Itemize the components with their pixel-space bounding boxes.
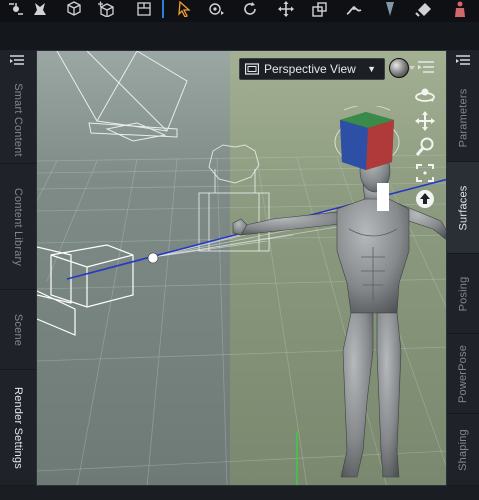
tab-shaping[interactable]: Shaping	[447, 414, 479, 486]
view-cube-icon[interactable]	[332, 106, 402, 176]
tab-label: PowerPose	[457, 344, 469, 403]
cube-icon[interactable]	[64, 0, 84, 18]
tab-scene[interactable]: Scene	[0, 290, 36, 370]
tab-label: Scene	[11, 313, 24, 346]
zoom-icon	[415, 137, 434, 156]
toolbar-separator	[162, 0, 164, 18]
add-cube-icon[interactable]	[96, 0, 116, 18]
tab-content-library[interactable]: Content Library	[0, 164, 36, 290]
tab-label: Render Settings	[12, 386, 25, 469]
pane-menu-icon[interactable]	[10, 54, 24, 66]
orbit-button[interactable]	[413, 84, 437, 106]
draw-style-sphere-icon[interactable]	[389, 58, 409, 78]
translate-icon[interactable]	[276, 0, 296, 18]
pan-icon	[415, 111, 435, 131]
tab-smart-content[interactable]: Smart Content	[0, 76, 36, 164]
tab-label: Surfaces	[457, 184, 470, 231]
camera-icon	[245, 63, 259, 75]
light-source-point[interactable]	[147, 252, 159, 264]
draw-style-caret-icon[interactable]	[409, 66, 415, 70]
daz-studio-window: Smart Content Content Library Scene Rend…	[0, 0, 479, 500]
tab-parameters[interactable]: Parameters	[447, 74, 479, 162]
joint-editor-icon[interactable]	[344, 0, 364, 18]
camera-view-dropdown[interactable]: Perspective View ▼	[239, 58, 385, 80]
status-bar	[0, 486, 479, 500]
geometry-icon[interactable]	[380, 0, 400, 18]
left-pane-tabs: Smart Content Content Library Scene Rend…	[0, 50, 36, 486]
chevron-down-icon: ▼	[367, 64, 376, 74]
reset-icon	[416, 190, 434, 208]
frame-button[interactable]	[413, 162, 437, 184]
universal-icon[interactable]	[206, 0, 226, 18]
pane-menu-icon[interactable]	[456, 54, 470, 66]
surface-icon[interactable]	[414, 0, 434, 18]
select-cube-icon[interactable]	[134, 0, 154, 18]
pan-button[interactable]	[413, 110, 437, 132]
node-icon[interactable]	[6, 0, 26, 18]
tab-powerpose[interactable]: PowerPose	[447, 334, 479, 414]
viewport-menu-icon[interactable]	[418, 60, 434, 74]
tab-label: Shaping	[457, 428, 469, 471]
tab-label: Content Library	[12, 187, 24, 266]
zoom-button[interactable]	[413, 136, 437, 158]
reset-view-button[interactable]	[413, 188, 437, 210]
camera-view-label: Perspective View	[264, 62, 356, 76]
tab-render-settings[interactable]: Render Settings	[0, 370, 36, 486]
pointer-icon[interactable]	[174, 0, 194, 18]
right-pane-tabs: Parameters Surfaces Posing PowerPose Sha…	[447, 50, 479, 486]
tab-label: Smart Content	[12, 82, 24, 157]
rotate-icon[interactable]	[240, 0, 260, 18]
frame-icon	[416, 164, 434, 182]
scale-icon[interactable]	[310, 0, 330, 18]
tab-label: Posing	[457, 276, 469, 311]
tab-surfaces[interactable]: Surfaces	[447, 162, 479, 254]
tab-label: Parameters	[457, 88, 470, 147]
figure-tool-icon[interactable]	[30, 0, 50, 18]
3d-viewport[interactable]: Perspective View ▼	[36, 50, 447, 486]
figure-icon[interactable]	[450, 0, 470, 18]
figure-neck-highlight	[377, 183, 389, 211]
tab-posing[interactable]: Posing	[447, 254, 479, 334]
orbit-icon	[415, 88, 435, 102]
main-toolbar	[0, 0, 479, 22]
